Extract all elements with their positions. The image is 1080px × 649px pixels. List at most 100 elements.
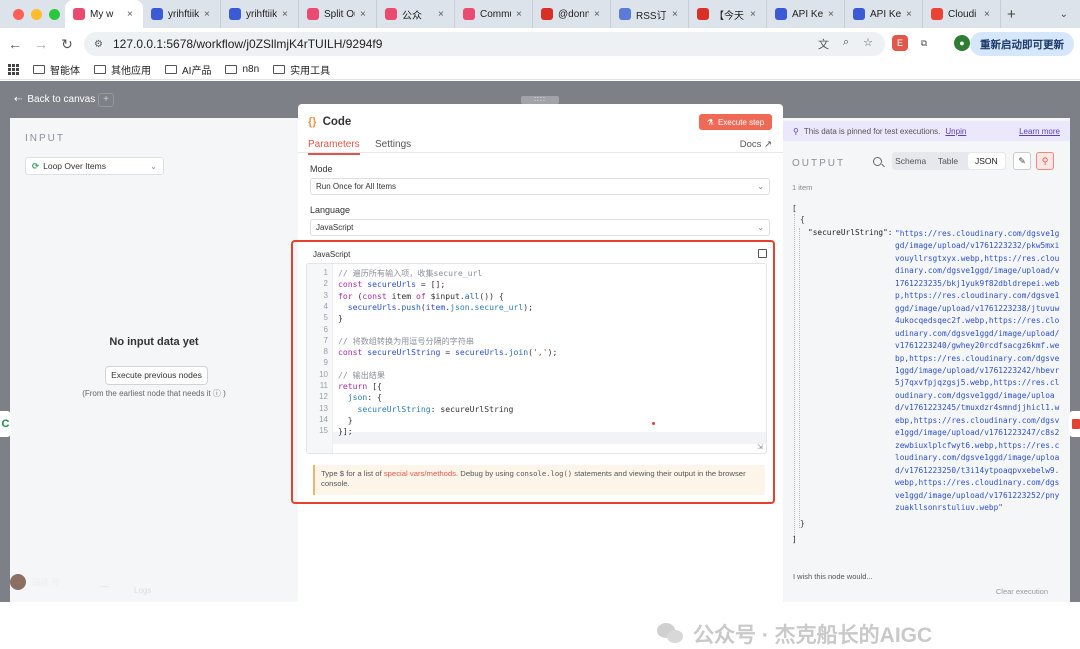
browser-tab[interactable]: Commu × — [455, 0, 533, 28]
user-name: 瑞建 孙 — [32, 577, 60, 587]
new-tab-button[interactable]: + — [1001, 6, 1016, 23]
close-tab-icon[interactable]: × — [750, 9, 758, 20]
pin-data-icon[interactable]: ⚲ — [1036, 152, 1054, 170]
browser-tab[interactable]: yrihftiik × — [221, 0, 299, 28]
code-editor[interactable]: 1 2 3 4 5 6 7 8 9 10 11 12 13 14 15 // 遍历所有输入项，收集secur… — [306, 263, 767, 454]
pinned-text: This data is pinned for test executions. — [803, 126, 941, 136]
special-vars-link[interactable]: special vars/methods — [384, 469, 456, 478]
translate-icon[interactable]: 文 — [818, 36, 829, 52]
node-title[interactable]: Code — [323, 116, 352, 128]
close-tab-icon[interactable]: × — [672, 9, 680, 20]
bookmark-folder[interactable]: 智能体 — [33, 62, 80, 77]
bookmark-folder[interactable]: 其他应用 — [94, 62, 151, 77]
docs-link[interactable]: Docs ↗ — [740, 139, 772, 150]
browser-tab[interactable]: Split Ou × — [299, 0, 377, 28]
minimize-window-button[interactable] — [31, 8, 42, 20]
extension-icon[interactable]: E — [892, 35, 908, 51]
tab-settings[interactable]: Settings — [375, 139, 411, 150]
more-options-icon[interactable]: — — [100, 581, 109, 591]
code-node-panel: {} Code ⚗ Execute step Parameters Settin… — [291, 104, 783, 602]
line-number: 4 — [323, 301, 328, 311]
avatar — [10, 574, 26, 590]
view-table[interactable]: Table — [929, 152, 966, 170]
back-to-canvas-link[interactable]: ⇠ Back to canvas — [14, 94, 95, 105]
resize-handle-icon[interactable]: ⇲ — [757, 443, 763, 451]
close-tab-icon[interactable]: × — [516, 9, 524, 20]
logs-panel-label[interactable]: Logs — [134, 586, 151, 595]
input-node-select[interactable]: ⟳ Loop Over Items ⌄ — [25, 157, 164, 175]
n8n-icon — [307, 8, 319, 20]
editor-tip: Type $ for a list of special vars/method… — [313, 465, 765, 495]
browser-tab-label: RSS订 — [636, 10, 667, 22]
browser-tab[interactable]: My w × — [65, 0, 143, 28]
tab-parameters[interactable]: Parameters — [308, 139, 360, 155]
browser-tab[interactable]: 【今天 × — [689, 0, 767, 28]
browser-tab[interactable]: API Key × — [845, 0, 923, 28]
output-view-switch: Schema Table JSON — [892, 152, 1006, 170]
close-tab-icon[interactable]: × — [984, 9, 992, 20]
expand-editor-icon[interactable] — [758, 249, 767, 258]
view-json[interactable]: JSON — [967, 153, 1005, 169]
mode-select[interactable]: Run Once for All Items ⌄ — [310, 178, 770, 195]
external-link-icon: ↗ — [764, 139, 772, 150]
pinned-banner: ⚲ This data is pinned for test execution… — [783, 121, 1070, 141]
zoom-in-icon[interactable]: + — [98, 93, 114, 107]
node-tabs: Parameters Settings Docs ↗ — [298, 136, 783, 155]
browser-tab[interactable]: yrihftiik × — [143, 0, 221, 28]
browser-tab[interactable]: RSS订 × — [611, 0, 689, 28]
bookmark-folder[interactable]: 实用工具 — [273, 62, 330, 77]
close-tab-icon[interactable]: × — [906, 9, 914, 20]
restart-update-button[interactable]: 重新启动即可更新 — [970, 32, 1074, 56]
close-tab-icon[interactable]: × — [438, 9, 446, 20]
browser-tab-label: Cloudi — [948, 8, 977, 20]
bookmark-star-icon[interactable]: ☆ — [863, 36, 873, 52]
watermark-text: 公众号 · 杰克船长的AIGC — [693, 624, 933, 647]
site-info-icon[interactable]: ⚙ — [94, 39, 103, 50]
view-schema[interactable]: Schema — [892, 152, 929, 170]
close-tab-icon[interactable]: × — [204, 9, 212, 20]
browser-tab[interactable]: Cloudi × — [923, 0, 1001, 28]
json-value: "https://res.cloudinary.com/dgsve1ggd/im… — [895, 229, 1060, 512]
browser-tab[interactable]: 公众 × — [377, 0, 455, 28]
panel-drag-handle[interactable]: :::: — [521, 96, 559, 104]
close-window-button[interactable] — [13, 8, 24, 20]
execute-previous-nodes-button[interactable]: Execute previous nodes — [105, 366, 208, 385]
browser-toolbar: ← → ↻ ⚙ 127.0.0.1:5678/workflow/j0ZSllmj… — [0, 28, 1080, 60]
zoom-icon[interactable]: ⌕ — [843, 36, 849, 52]
close-tab-icon[interactable]: × — [360, 9, 368, 20]
user-menu[interactable]: 瑞建 孙 — [10, 574, 60, 590]
tab-search-icon[interactable]: ⌄ — [1060, 9, 1068, 20]
maximize-window-button[interactable] — [49, 8, 60, 20]
close-tab-icon[interactable]: × — [282, 9, 290, 20]
close-tab-icon[interactable]: × — [594, 9, 602, 20]
address-bar[interactable]: ⚙ 127.0.0.1:5678/workflow/j0ZSllmjK4rTUI… — [84, 32, 885, 56]
green-app-icon[interactable]: C — [0, 411, 11, 437]
extensions-puzzle-icon[interactable]: ⧉ — [916, 35, 932, 51]
close-tab-icon[interactable]: × — [127, 9, 135, 20]
search-icon[interactable] — [873, 157, 882, 166]
red-side-tab[interactable] — [1069, 411, 1080, 437]
bookmark-label: 智能体 — [50, 66, 80, 77]
unpin-link[interactable]: Unpin — [945, 127, 966, 136]
chevron-down-icon: ⌄ — [757, 182, 764, 191]
browser-tab[interactable]: @donn × — [533, 0, 611, 28]
execute-step-button[interactable]: ⚗ Execute step — [699, 114, 772, 130]
clear-execution-button[interactable]: Clear execution — [996, 587, 1048, 596]
edit-pencil-icon[interactable]: ✎ — [1013, 152, 1031, 170]
close-tab-icon[interactable]: × — [828, 9, 836, 20]
reload-icon[interactable]: ↻ — [54, 36, 80, 53]
learn-more-link[interactable]: Learn more — [1019, 127, 1060, 136]
json-output[interactable]: [ { "secureUrlString": "https://res.clou… — [792, 204, 1064, 544]
bookmark-folder[interactable]: n8n — [225, 62, 259, 77]
profile-avatar[interactable]: ● — [954, 35, 970, 51]
bookmark-folder[interactable]: AI产品 — [165, 62, 211, 77]
forward-arrow-icon[interactable]: → — [28, 36, 54, 52]
apps-grid-icon[interactable] — [8, 64, 19, 75]
json-indent-guide — [794, 214, 795, 542]
back-arrow-icon[interactable]: ← — [2, 36, 28, 52]
n8n-icon — [463, 8, 475, 20]
feedback-prompt[interactable]: I wish this node would... — [793, 572, 873, 581]
browser-tab[interactable]: API Key × — [767, 0, 845, 28]
folder-icon — [165, 65, 177, 74]
language-select[interactable]: JavaScript ⌄ — [310, 219, 770, 236]
